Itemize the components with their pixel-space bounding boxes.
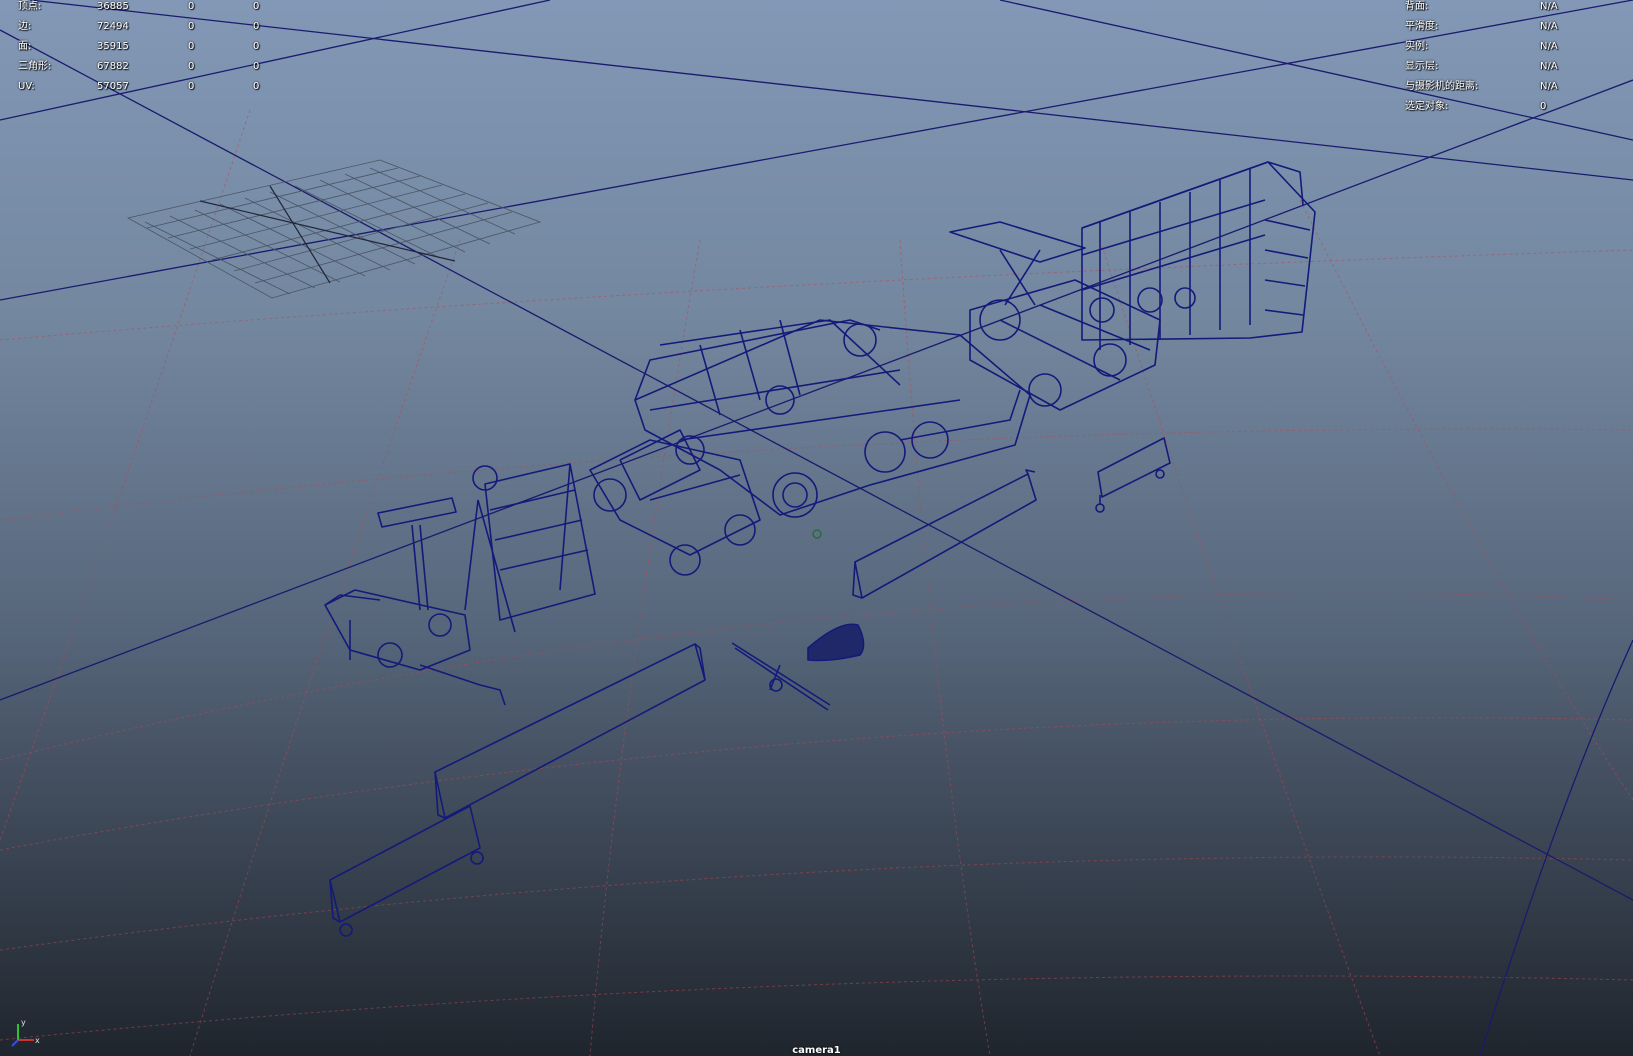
- hud-row-instance: 实例: N/A: [1405, 40, 1625, 60]
- hud-value: 0: [1540, 101, 1547, 112]
- hud-triangles: 0: [253, 61, 260, 72]
- hud-label: 三角形:: [18, 61, 52, 72]
- hud-value: N/A: [1540, 41, 1558, 52]
- 3d-viewport[interactable]: 顶点: 36885 0 0 边: 72494 0 0 面: 35915 0 0 …: [0, 0, 1633, 1056]
- object-details-hud: 背面: N/A 平滑度: N/A 实例: N/A 显示层: N/A 与摄影机的距…: [1405, 0, 1625, 120]
- wheel-chock-wireframe[interactable]: [807, 623, 865, 662]
- hud-count: 72494: [97, 21, 129, 32]
- hud-label: 面:: [18, 41, 32, 52]
- pivot-marker: [812, 529, 822, 539]
- camera-name: camera1: [792, 1045, 841, 1056]
- scissor-lift-wireframe[interactable]: [949, 221, 1161, 411]
- hud-label: 边:: [18, 21, 32, 32]
- hud-label: 平滑度:: [1405, 21, 1439, 32]
- hud-row-display-layer: 显示层: N/A: [1405, 60, 1625, 80]
- hud-selected: 0: [188, 21, 195, 32]
- axis-y-label: y: [21, 1018, 26, 1027]
- hud-label: 实例:: [1405, 41, 1429, 52]
- barrier-wireframe[interactable]: [434, 643, 706, 819]
- hud-value: N/A: [1540, 1, 1558, 12]
- hud-selected: 0: [188, 41, 195, 52]
- hud-value: N/A: [1540, 21, 1558, 32]
- hud-count: 67882: [97, 61, 129, 72]
- hud-selected: 0: [188, 61, 195, 72]
- hud-value: N/A: [1540, 81, 1558, 92]
- scene-canvas[interactable]: [0, 0, 1633, 1056]
- hud-row-triangles: 三角形: 67882 0 0: [18, 60, 288, 80]
- sawhorse-barricade-wireframe[interactable]: [464, 463, 596, 633]
- hud-row-edges: 边: 72494 0 0: [18, 20, 288, 40]
- barrier-wireframe[interactable]: [852, 469, 1037, 599]
- hud-row-camera-distance: 与摄影机的距离: N/A: [1405, 80, 1625, 100]
- hud-selected: 0: [188, 1, 195, 12]
- hud-label: 选定对象:: [1405, 101, 1449, 112]
- hud-count: 57057: [97, 81, 129, 92]
- hud-selected: 0: [188, 81, 195, 92]
- barrier-wireframe[interactable]: [1095, 437, 1171, 513]
- hud-row-faces: 面: 35915 0 0: [18, 40, 288, 60]
- hud-row-vertices: 顶点: 36885 0 0: [18, 0, 288, 20]
- hud-count: 36885: [97, 1, 129, 12]
- major-grid: [0, 0, 1633, 1056]
- minor-grid: [0, 109, 1633, 1056]
- hud-count: 35915: [97, 41, 129, 52]
- ground-plane-mesh[interactable]: [126, 159, 542, 299]
- barrier-wireframe[interactable]: [329, 805, 484, 937]
- light-tower-wireframe[interactable]: [324, 497, 506, 706]
- hud-triangles: 0: [253, 1, 260, 12]
- hud-label: 与摄影机的距离:: [1405, 81, 1479, 92]
- hud-triangles: 0: [253, 21, 260, 32]
- hud-label: UV:: [18, 81, 35, 92]
- hud-value: N/A: [1540, 61, 1558, 72]
- hud-label: 顶点:: [18, 1, 42, 12]
- baggage-tractor-wireframe[interactable]: [589, 429, 761, 576]
- hud-row-selected-objects: 选定对象: 0: [1405, 100, 1625, 120]
- hud-label: 背面:: [1405, 1, 1429, 12]
- axis-x-label: x: [35, 1036, 40, 1045]
- hud-row-backfaces: 背面: N/A: [1405, 0, 1625, 20]
- hud-row-uvs: UV: 57057 0 0: [18, 80, 288, 100]
- hud-label: 显示层:: [1405, 61, 1439, 72]
- hud-row-smoothness: 平滑度: N/A: [1405, 20, 1625, 40]
- hud-triangles: 0: [253, 81, 260, 92]
- axis-gizmo-icon: y x: [11, 1018, 40, 1047]
- hud-triangles: 0: [253, 41, 260, 52]
- mobile-stair-wireframe[interactable]: [1081, 161, 1316, 350]
- poly-count-hud: 顶点: 36885 0 0 边: 72494 0 0 面: 35915 0 0 …: [18, 0, 288, 100]
